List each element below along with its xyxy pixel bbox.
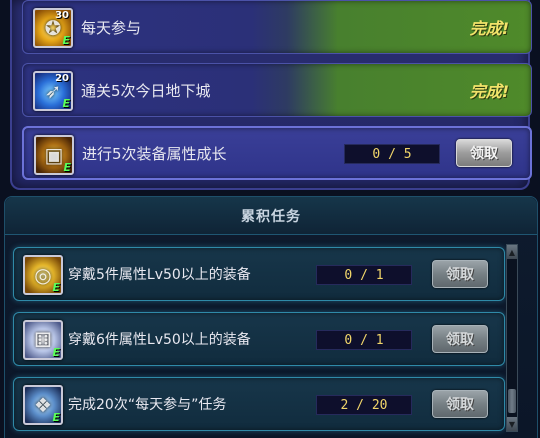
task-label: 进行5次装备属性成长 bbox=[82, 144, 227, 163]
white-dice-icon: ⚅ E bbox=[23, 320, 63, 360]
icon-badge: E bbox=[63, 161, 71, 174]
crystal-armor-icon: ❖ E bbox=[23, 385, 63, 425]
task-progress: 0 / 5 bbox=[344, 144, 440, 164]
icon-badge: E bbox=[62, 97, 70, 110]
icon-count: 30 bbox=[55, 10, 69, 21]
scroll-up-arrow-icon[interactable]: ▲ bbox=[507, 245, 517, 259]
icon-count: 20 bbox=[55, 73, 69, 84]
cumulative-task-row-1: ◎ E 穿戴5件属性Lv50以上的装备 0 / 1 领取 bbox=[13, 247, 505, 301]
daily-task-row-2: ➶ 20 E 通关5次今日地下城 完成! bbox=[22, 63, 532, 117]
daily-task-panel: ✪ 30 E 每天参与 完成! ➶ 20 E 通关5次今日地下城 完成! ▣ E… bbox=[10, 0, 532, 190]
daily-task-row-3: ▣ E 进行5次装备属性成长 0 / 5 领取 bbox=[22, 126, 532, 180]
blue-wing-icon: ➶ 20 E bbox=[33, 71, 73, 111]
icon-badge: E bbox=[52, 281, 60, 294]
task-label: 穿戴5件属性Lv50以上的装备 bbox=[68, 267, 251, 283]
treasure-chest-icon: ▣ E bbox=[34, 135, 74, 175]
gold-ring-icon: ◎ E bbox=[23, 255, 63, 295]
icon-badge: E bbox=[52, 346, 60, 359]
task-label: 通关5次今日地下城 bbox=[81, 81, 211, 100]
claim-button[interactable]: 领取 bbox=[432, 325, 488, 353]
claim-button[interactable]: 领取 bbox=[432, 390, 488, 418]
scroll-down-arrow-icon[interactable]: ▼ bbox=[507, 417, 517, 431]
task-complete-text: 完成! bbox=[469, 19, 509, 38]
cumulative-title: 累积任务 bbox=[241, 208, 301, 225]
cumulative-header: 累积任务 bbox=[5, 197, 537, 235]
task-label: 穿戴6件属性Lv50以上的装备 bbox=[68, 332, 251, 348]
task-label: 完成20次“每天参与”任务 bbox=[68, 397, 227, 413]
claim-button[interactable]: 领取 bbox=[456, 139, 512, 167]
icon-badge: E bbox=[52, 411, 60, 424]
task-progress: 0 / 1 bbox=[316, 330, 412, 350]
cumulative-task-row-3: ❖ E 完成20次“每天参与”任务 2 / 20 领取 bbox=[13, 377, 505, 431]
task-progress: 0 / 1 bbox=[316, 265, 412, 285]
cumulative-task-row-2: ⚅ E 穿戴6件属性Lv50以上的装备 0 / 1 领取 bbox=[13, 312, 505, 366]
task-progress: 2 / 20 bbox=[316, 395, 412, 415]
scroll-thumb[interactable] bbox=[508, 389, 516, 413]
cumulative-task-panel: 累积任务 ◎ E 穿戴5件属性Lv50以上的装备 0 / 1 领取 ⚅ E 穿戴… bbox=[4, 196, 538, 438]
icon-badge: E bbox=[62, 34, 70, 47]
daily-task-row-1: ✪ 30 E 每天参与 完成! bbox=[22, 0, 532, 54]
cumulative-scrollbar[interactable]: ▲ ▼ bbox=[506, 244, 518, 432]
task-label: 每天参与 bbox=[81, 18, 142, 37]
gold-medal-icon: ✪ 30 E bbox=[33, 8, 73, 48]
claim-button[interactable]: 领取 bbox=[432, 260, 488, 288]
task-complete-text: 完成! bbox=[469, 82, 509, 101]
